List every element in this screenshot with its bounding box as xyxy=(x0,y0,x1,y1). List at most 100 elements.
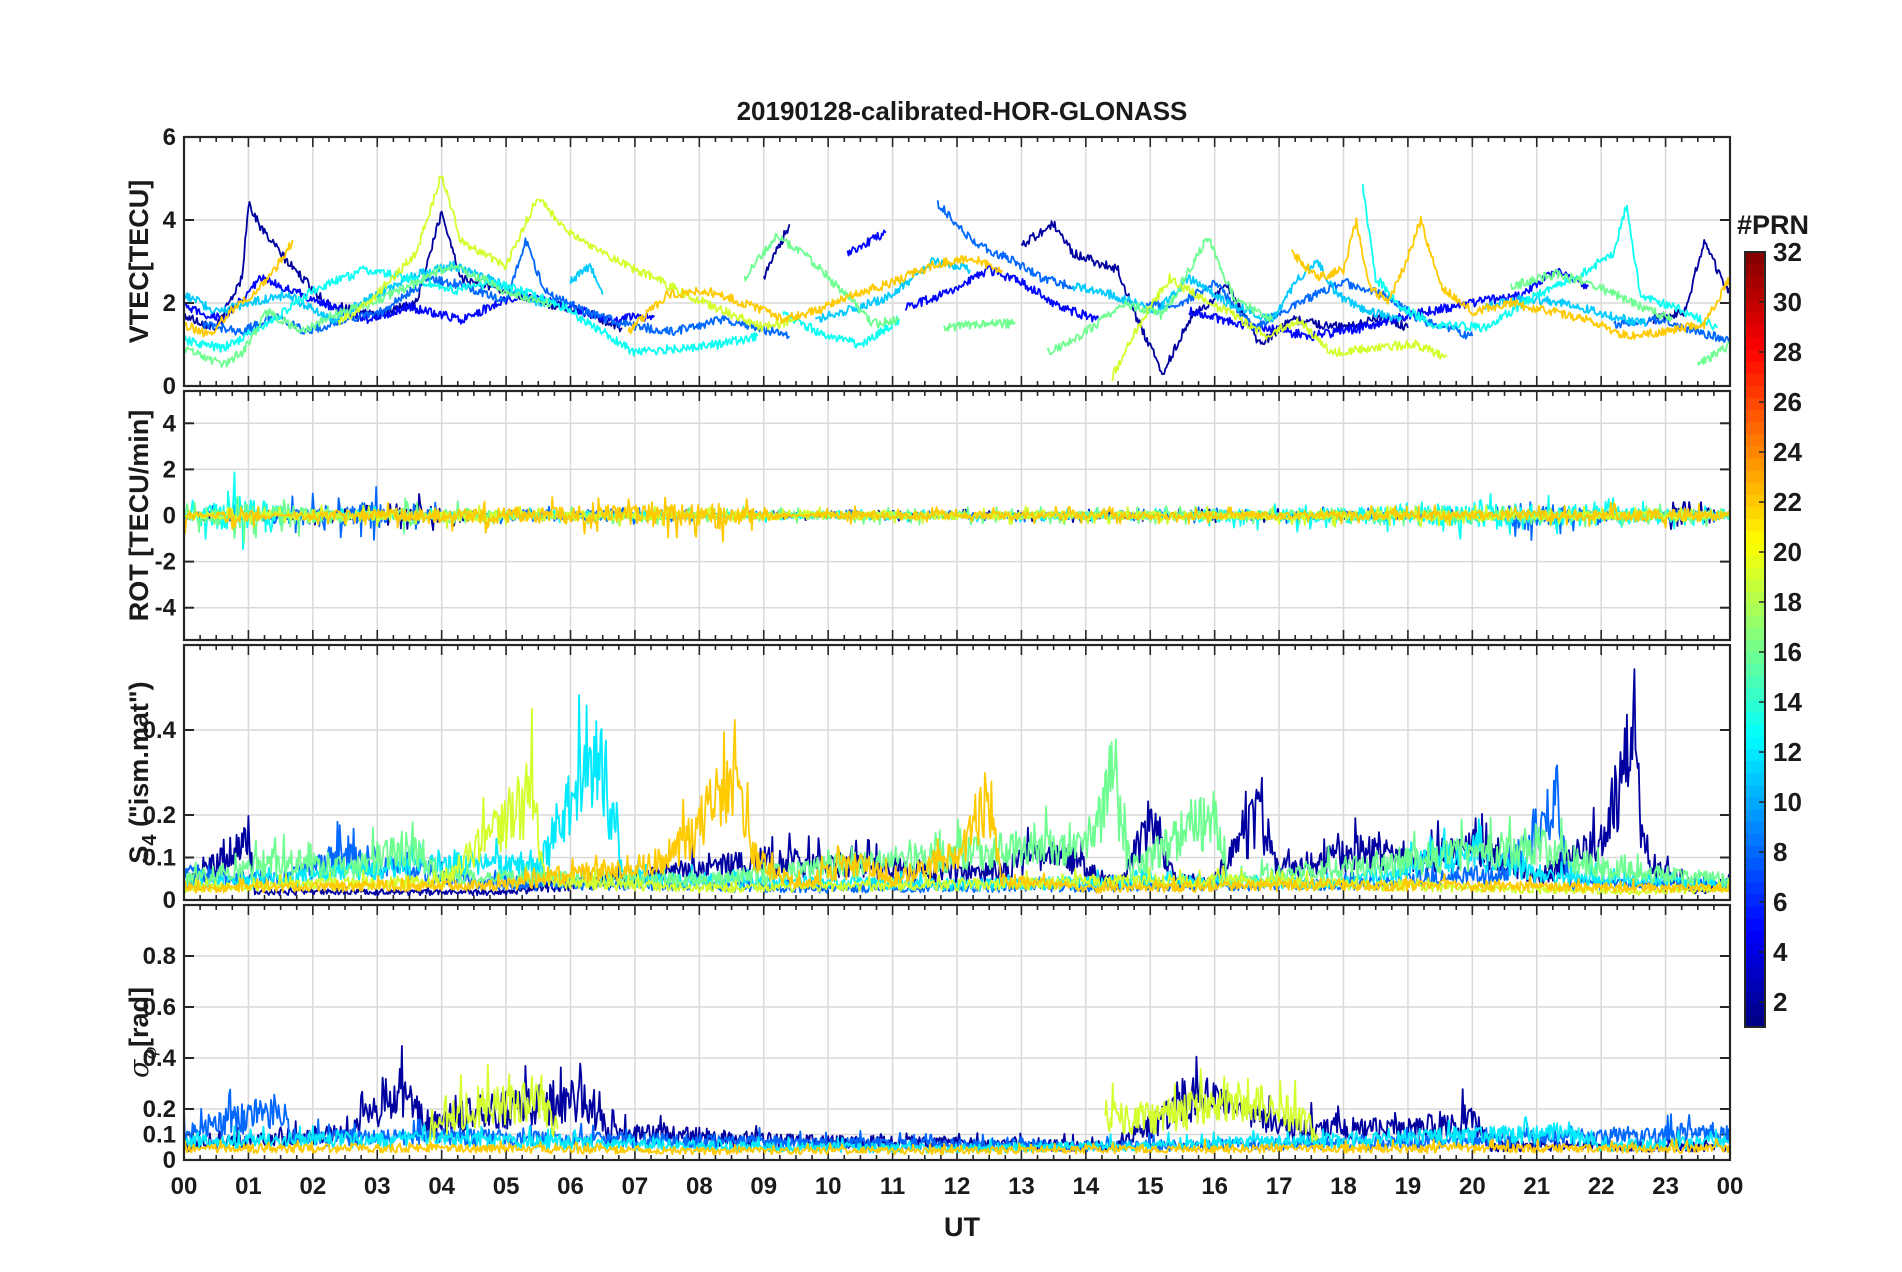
x-tick-label: 10 xyxy=(815,1173,842,1200)
colorbar-cell xyxy=(1745,360,1765,374)
colorbar-cell xyxy=(1745,966,1765,980)
x-tick-label: 17 xyxy=(1266,1173,1293,1200)
y-tick-label: 0 xyxy=(163,503,176,530)
series-line-prn-16 xyxy=(1696,341,1730,366)
x-tick-label: 21 xyxy=(1523,1173,1550,1200)
x-tick-label: 16 xyxy=(1201,1173,1228,1200)
y-tick-label: -2 xyxy=(155,549,176,576)
x-tick-label: 12 xyxy=(944,1173,971,1200)
colorbar-cell xyxy=(1745,482,1765,495)
colorbar-cell xyxy=(1745,554,1765,568)
colorbar-cell xyxy=(1745,893,1765,907)
y-tick-label: 0 xyxy=(163,887,176,914)
x-tick-label: 19 xyxy=(1395,1173,1422,1200)
colorbar-cell xyxy=(1745,651,1765,665)
x-tick-label: 13 xyxy=(1008,1173,1035,1200)
series-line-prn-5 xyxy=(846,229,887,257)
colorbar-cell xyxy=(1745,857,1765,871)
colorbar-cell xyxy=(1745,530,1765,544)
y-tick-label: 0 xyxy=(163,373,176,400)
colorbar-cell xyxy=(1745,736,1765,750)
colorbar-cell xyxy=(1745,675,1765,689)
panel-rot: -4 -2 0 2 4 ROT [TECU/min] xyxy=(124,389,1732,642)
x-tick-label: 08 xyxy=(686,1173,713,1200)
y-tick-label: 6 xyxy=(163,124,176,151)
x-tick-label: 18 xyxy=(1330,1173,1357,1200)
x-axis: 00 01 02 03 04 05 06 07 08 09 10 11 12 13 14 15 16 17 18 19… xyxy=(171,1173,1744,1200)
x-tick-label: 22 xyxy=(1588,1173,1615,1200)
colorbar-tick-label: 28 xyxy=(1773,337,1802,367)
y-axis-label-vtec: VTEC[TECU] xyxy=(124,180,154,344)
panel-vtec: 0 2 4 6 VTEC[TECU] xyxy=(124,124,1732,400)
y-axis-label-s4: S4 ("ism.mat") xyxy=(124,681,161,863)
colorbar-cell xyxy=(1745,615,1765,628)
colorbar-cell xyxy=(1745,506,1765,520)
y-tick-label: 0 xyxy=(163,1147,176,1174)
colorbar-cell xyxy=(1745,1014,1765,1028)
panel-s4: 00.10.20.4S4 ("ism.mat") xyxy=(124,643,1732,914)
series-line-prn-2 xyxy=(762,223,791,280)
colorbar-cell xyxy=(1745,385,1765,398)
chart-title: 20190128-calibrated-HOR-GLONASS xyxy=(737,96,1188,126)
colorbar-cell xyxy=(1745,264,1765,277)
colorbar-tick-label: 2 xyxy=(1773,987,1787,1017)
y-tick-label: 4 xyxy=(163,410,177,437)
colorbar-cell xyxy=(1745,627,1765,641)
colorbar-cell xyxy=(1745,518,1765,532)
colorbar-cell xyxy=(1745,639,1765,653)
colorbar-cell xyxy=(1745,373,1765,386)
colorbar-cell xyxy=(1745,905,1765,919)
colorbar-cell xyxy=(1745,809,1765,822)
x-tick-label: 03 xyxy=(364,1173,391,1200)
colorbar: 2468101214161820222426283032#PRN xyxy=(1737,210,1809,1028)
y-tick-label: 2 xyxy=(163,456,176,483)
colorbar-tick-label: 22 xyxy=(1773,487,1802,517)
colorbar-tick-label: 32 xyxy=(1773,237,1802,267)
x-tick-label: 02 xyxy=(299,1173,326,1200)
x-tick-label: 15 xyxy=(1137,1173,1164,1200)
colorbar-cell xyxy=(1745,954,1765,968)
x-tick-label: 07 xyxy=(622,1173,649,1200)
colorbar-tick-label: 12 xyxy=(1773,737,1802,767)
x-tick-label: 04 xyxy=(428,1173,455,1200)
colorbar-cell xyxy=(1745,918,1765,931)
colorbar-cell xyxy=(1745,336,1765,350)
panel-sigma: 00.10.20.40.60.8σφ[rad] xyxy=(124,903,1732,1174)
colorbar-cell xyxy=(1745,348,1765,362)
colorbar-cell xyxy=(1745,881,1765,895)
colorbar-cell xyxy=(1745,1002,1765,1016)
colorbar-cell xyxy=(1745,409,1765,423)
colorbar-tick-label: 8 xyxy=(1773,837,1787,867)
colorbar-cell xyxy=(1745,748,1765,762)
colorbar-cell xyxy=(1745,494,1765,507)
figure: 20190128-calibrated-HOR-GLONASS 0246VTEC… xyxy=(124,96,1809,1242)
colorbar-cell xyxy=(1745,578,1765,592)
series-line-prn-16 xyxy=(943,318,1016,332)
colorbar-cell xyxy=(1745,687,1765,701)
series-line-prn-11 xyxy=(569,262,604,295)
x-tick-label: 20 xyxy=(1459,1173,1486,1200)
x-axis-label: UT xyxy=(944,1212,980,1242)
y-tick-label: 4 xyxy=(163,207,177,234)
colorbar-cell xyxy=(1745,942,1765,955)
colorbar-cell xyxy=(1745,760,1765,774)
y-tick-label: 0.2 xyxy=(143,1096,176,1123)
colorbar-tick-label: 30 xyxy=(1773,287,1802,317)
colorbar-cell xyxy=(1745,276,1765,289)
colorbar-cell xyxy=(1745,712,1765,725)
y-tick-label: 2 xyxy=(163,290,176,317)
colorbar-cell xyxy=(1745,772,1765,786)
colorbar-cell xyxy=(1745,312,1765,326)
colorbar-cell xyxy=(1745,724,1765,737)
x-tick-label: 01 xyxy=(235,1173,262,1200)
colorbar-tick-label: 4 xyxy=(1773,937,1788,967)
x-tick-label: 06 xyxy=(557,1173,584,1200)
colorbar-cell xyxy=(1745,288,1765,302)
x-tick-label: 14 xyxy=(1072,1173,1099,1200)
colorbar-cell xyxy=(1745,397,1765,411)
colorbar-cell xyxy=(1745,784,1765,798)
colorbar-cell xyxy=(1745,542,1765,556)
panels: 0246VTEC[TECU]-4-2024ROT [TECU/min]00.10… xyxy=(124,124,1732,1174)
colorbar-tick-label: 24 xyxy=(1773,437,1802,467)
colorbar-tick-label: 16 xyxy=(1773,637,1802,667)
